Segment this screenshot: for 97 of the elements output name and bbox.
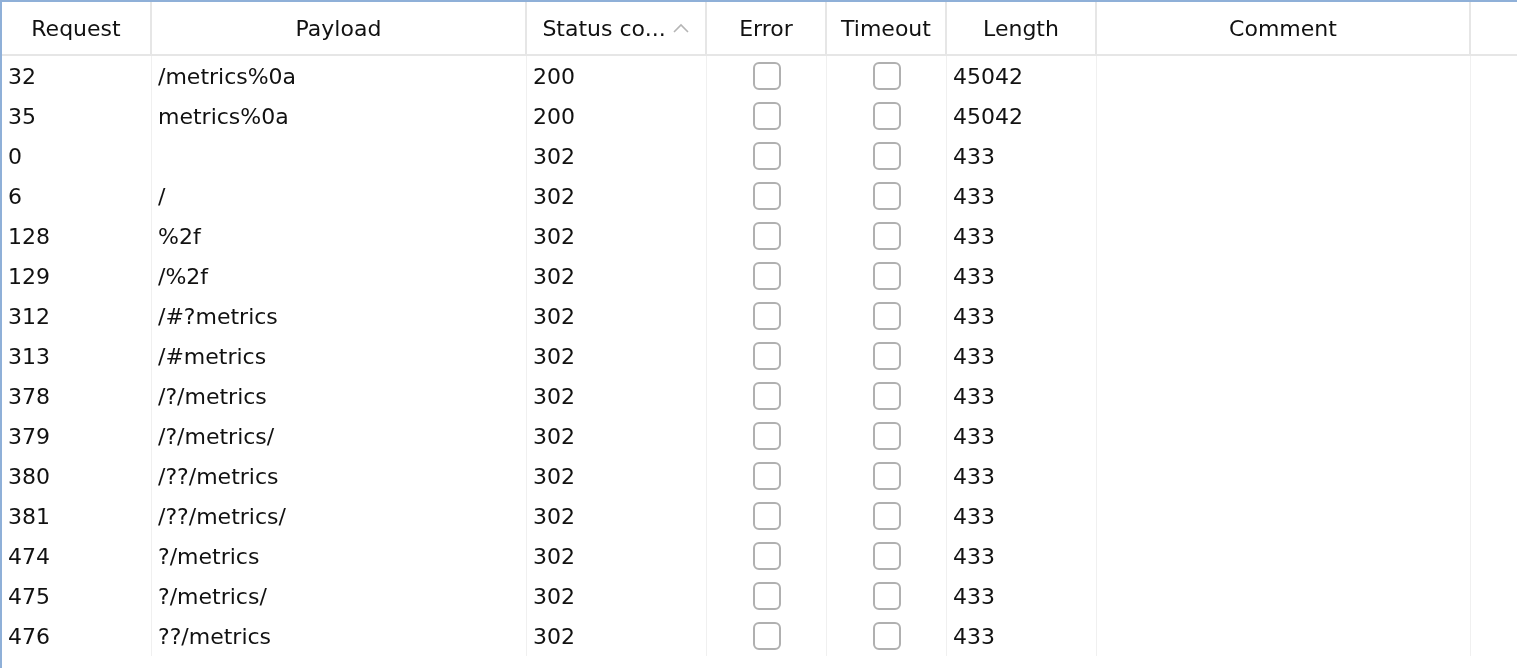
column-header[interactable]: Payload <box>152 2 527 54</box>
request-number: 0 <box>8 143 22 169</box>
request-number: 475 <box>8 583 50 609</box>
status-code: 200 <box>533 103 575 129</box>
length-value: 433 <box>953 503 995 529</box>
request-number: 128 <box>8 223 50 249</box>
status-code: 302 <box>533 263 575 289</box>
request-number: 313 <box>8 343 50 369</box>
length-value: 433 <box>953 463 995 489</box>
checkbox[interactable] <box>872 222 901 250</box>
payload-text: metrics%0a <box>158 103 289 129</box>
length-value: 45042 <box>953 63 1023 89</box>
checkbox[interactable] <box>752 422 781 450</box>
checkbox[interactable] <box>872 542 901 570</box>
checkbox[interactable] <box>872 142 901 170</box>
checkbox[interactable] <box>752 462 781 490</box>
checkbox[interactable] <box>872 422 901 450</box>
column-header-label: Status co... <box>542 15 666 41</box>
checkbox[interactable] <box>752 542 781 570</box>
length-value: 433 <box>953 543 995 569</box>
request-number: 35 <box>8 103 36 129</box>
payload-text: %2f <box>158 223 201 249</box>
payload-text: /#metrics <box>158 343 267 369</box>
checkbox[interactable] <box>752 622 781 650</box>
length-value: 433 <box>953 303 995 329</box>
checkbox[interactable] <box>752 142 781 170</box>
request-number: 381 <box>8 503 50 529</box>
checkbox[interactable] <box>752 62 781 90</box>
checkbox[interactable] <box>872 342 901 370</box>
length-value: 433 <box>953 143 995 169</box>
checkbox[interactable] <box>752 222 781 250</box>
length-value: 433 <box>953 183 995 209</box>
length-value: 433 <box>953 383 995 409</box>
checkbox[interactable] <box>872 102 901 130</box>
status-code: 302 <box>533 303 575 329</box>
length-value: 433 <box>953 423 995 449</box>
request-number: 129 <box>8 263 50 289</box>
column-header[interactable]: Comment <box>1097 2 1471 54</box>
status-code: 302 <box>533 343 575 369</box>
checkbox[interactable] <box>872 582 901 610</box>
request-number: 476 <box>8 623 50 649</box>
checkbox[interactable] <box>752 342 781 370</box>
checkbox[interactable] <box>752 382 781 410</box>
checkbox[interactable] <box>752 102 781 130</box>
column-header[interactable]: Error <box>707 2 827 54</box>
payload-text: /?/metrics <box>158 383 267 409</box>
length-value: 433 <box>953 263 995 289</box>
payload-text: ??/metrics <box>158 623 272 649</box>
payload-text: ?/metrics <box>158 543 260 569</box>
column-header[interactable]: Timeout <box>827 2 947 54</box>
length-value: 433 <box>953 583 995 609</box>
status-code: 302 <box>533 423 575 449</box>
status-code: 302 <box>533 183 575 209</box>
payload-text: / <box>158 183 166 209</box>
checkbox[interactable] <box>752 582 781 610</box>
checkbox[interactable] <box>752 502 781 530</box>
request-number: 379 <box>8 423 50 449</box>
status-code: 302 <box>533 543 575 569</box>
payload-text: /%2f <box>158 263 209 289</box>
checkbox[interactable] <box>752 182 781 210</box>
checkbox[interactable] <box>872 182 901 210</box>
length-value: 433 <box>953 623 995 649</box>
checkbox[interactable] <box>752 262 781 290</box>
length-value: 433 <box>953 343 995 369</box>
checkbox[interactable] <box>872 462 901 490</box>
checkbox[interactable] <box>872 62 901 90</box>
request-number: 6 <box>8 183 22 209</box>
column-header[interactable]: Status co... <box>527 2 707 54</box>
status-code: 302 <box>533 223 575 249</box>
checkbox[interactable] <box>752 302 781 330</box>
status-code: 302 <box>533 463 575 489</box>
payload-text: /?/metrics/ <box>158 423 275 449</box>
status-code: 200 <box>533 63 575 89</box>
payload-text: /??/metrics <box>158 463 279 489</box>
length-value: 433 <box>953 223 995 249</box>
payload-text: ?/metrics/ <box>158 583 267 609</box>
request-number: 378 <box>8 383 50 409</box>
checkbox[interactable] <box>872 622 901 650</box>
length-value: 45042 <box>953 103 1023 129</box>
payload-text: /#?metrics <box>158 303 278 329</box>
payload-text: /??/metrics/ <box>158 503 286 529</box>
status-code: 302 <box>533 623 575 649</box>
checkbox[interactable] <box>872 502 901 530</box>
status-code: 302 <box>533 583 575 609</box>
status-code: 302 <box>533 383 575 409</box>
column-header[interactable]: Request <box>2 2 152 54</box>
checkbox[interactable] <box>872 302 901 330</box>
request-number: 380 <box>8 463 50 489</box>
payload-text: /metrics%0a <box>158 63 297 89</box>
checkbox[interactable] <box>872 262 901 290</box>
request-number: 312 <box>8 303 50 329</box>
status-code: 302 <box>533 143 575 169</box>
request-number: 32 <box>8 63 36 89</box>
status-code: 302 <box>533 503 575 529</box>
request-number: 474 <box>8 543 50 569</box>
column-header[interactable]: Length <box>947 2 1097 54</box>
checkbox[interactable] <box>872 382 901 410</box>
